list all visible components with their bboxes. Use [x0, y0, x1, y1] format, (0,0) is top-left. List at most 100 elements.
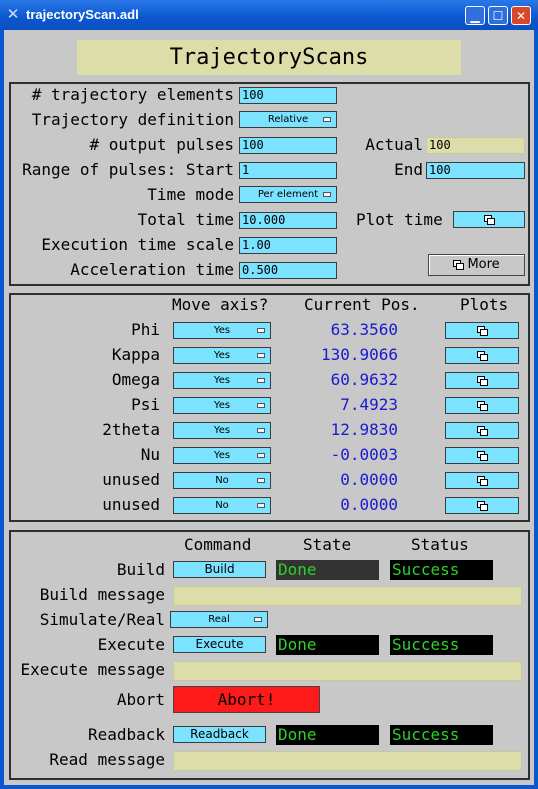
axis-name: Phi: [131, 320, 160, 339]
page-title: TrajectoryScans: [77, 40, 461, 75]
execute-button[interactable]: Execute: [173, 636, 266, 653]
move-axis-menu[interactable]: Yes: [173, 422, 271, 439]
minimize-icon: ▁: [470, 9, 480, 23]
current-pos-value: -0.0003: [330, 445, 398, 464]
num-pulses-label: # output pulses: [89, 135, 235, 154]
axis-plot-button[interactable]: [445, 447, 519, 464]
range-start-input[interactable]: 1: [239, 162, 337, 179]
move-axis-value: Yes: [213, 425, 231, 436]
menu-arrow-icon: [257, 453, 265, 458]
current-pos-value: 7.4923: [340, 395, 398, 414]
execute-status: Success: [390, 635, 493, 655]
execute-state: Done: [276, 635, 379, 655]
axis-plot-button[interactable]: [445, 497, 519, 514]
execute-message-field: [173, 661, 522, 681]
move-axis-menu[interactable]: Yes: [173, 372, 271, 389]
plot-time-button[interactable]: [453, 211, 525, 228]
axis-name: unused: [102, 470, 160, 489]
related-display-icon: [477, 501, 488, 511]
exec-scale-label: Execution time scale: [41, 235, 234, 254]
readback-label: Readback: [87, 725, 165, 744]
traj-def-menu[interactable]: Relative: [239, 111, 337, 128]
current-pos-value: 60.9632: [330, 370, 398, 389]
num-elements-label: # trajectory elements: [31, 85, 234, 104]
range-start-label: Range of pulses: Start: [22, 160, 234, 179]
axis-plot-button[interactable]: [445, 472, 519, 489]
axis-name: unused: [102, 495, 160, 514]
axis-plot-button[interactable]: [445, 422, 519, 439]
move-axis-value: Yes: [213, 400, 231, 411]
axis-plot-button[interactable]: [445, 322, 519, 339]
related-display-icon: [477, 426, 488, 436]
simulate-real-value: Real: [208, 614, 230, 625]
close-button[interactable]: ✕: [511, 6, 531, 25]
num-pulses-input[interactable]: 100: [239, 137, 337, 154]
move-axis-value: Yes: [213, 350, 231, 361]
axis-plot-button[interactable]: [445, 347, 519, 364]
move-axis-value: No: [215, 475, 229, 486]
axis-name: 2theta: [102, 420, 160, 439]
range-end-label: End: [394, 160, 423, 179]
related-display-icon: [477, 401, 488, 411]
related-display-icon: [477, 351, 488, 361]
command-header: Command: [184, 535, 252, 554]
read-message-field: [173, 751, 522, 771]
abort-button[interactable]: Abort!: [173, 686, 320, 713]
accel-time-input[interactable]: 0.500: [239, 262, 337, 279]
minimize-button[interactable]: ▁: [465, 6, 485, 25]
axis-name: Psi: [131, 395, 160, 414]
build-message-label: Build message: [39, 585, 165, 604]
state-header: State: [303, 535, 352, 554]
plots-header: Plots: [460, 295, 509, 314]
time-mode-menu[interactable]: Per element: [239, 186, 337, 203]
build-state: Done: [276, 560, 379, 580]
axis-plot-button[interactable]: [445, 372, 519, 389]
maximize-icon: ☐: [492, 9, 504, 23]
menu-arrow-icon: [257, 403, 265, 408]
execute-label: Execute: [97, 635, 165, 654]
move-axis-menu[interactable]: Yes: [173, 322, 271, 339]
build-label: Build: [116, 560, 165, 579]
window-title: trajectoryScan.adl: [26, 7, 139, 22]
more-button[interactable]: More: [428, 254, 525, 276]
menu-arrow-icon: [257, 478, 265, 483]
actual-value: 100: [426, 137, 525, 154]
readback-state: Done: [276, 725, 379, 745]
exec-scale-input[interactable]: 1.00: [239, 237, 337, 254]
accel-time-label: Acceleration time: [70, 260, 234, 279]
related-display-icon: [477, 376, 488, 386]
related-display-icon: [477, 326, 488, 336]
num-elements-input[interactable]: 100: [239, 87, 337, 104]
move-axis-menu[interactable]: Yes: [173, 347, 271, 364]
window-titlebar[interactable]: ✕ trajectoryScan.adl ▁ ☐ ✕: [0, 0, 538, 30]
move-axis-header: Move axis?: [172, 295, 269, 314]
move-axis-menu[interactable]: Yes: [173, 447, 271, 464]
move-axis-menu[interactable]: No: [173, 472, 271, 489]
menu-arrow-icon: [257, 503, 265, 508]
readback-button[interactable]: Readback: [173, 726, 266, 743]
close-icon: ✕: [515, 9, 527, 23]
move-axis-value: Yes: [213, 325, 231, 336]
range-end-input[interactable]: 100: [426, 162, 525, 179]
menu-arrow-icon: [323, 192, 331, 197]
build-button[interactable]: Build: [173, 561, 266, 578]
related-display-icon: [477, 451, 488, 461]
current-pos-value: 0.0000: [340, 495, 398, 514]
menu-arrow-icon: [257, 353, 265, 358]
move-axis-menu[interactable]: No: [173, 497, 271, 514]
maximize-button[interactable]: ☐: [488, 6, 508, 25]
axis-name: Omega: [111, 370, 160, 389]
current-pos-header: Current Pos.: [304, 295, 420, 314]
move-axis-value: Yes: [213, 375, 231, 386]
readback-status: Success: [390, 725, 493, 745]
menu-arrow-icon: [257, 328, 265, 333]
execute-message-label: Execute message: [20, 660, 166, 679]
move-axis-menu[interactable]: Yes: [173, 397, 271, 414]
menu-arrow-icon: [254, 617, 262, 622]
current-pos-value: 0.0000: [340, 470, 398, 489]
axis-plot-button[interactable]: [445, 397, 519, 414]
simulate-real-menu[interactable]: Real: [170, 611, 268, 628]
build-status: Success: [390, 560, 493, 580]
axis-name: Kappa: [111, 345, 160, 364]
total-time-input[interactable]: 10.000: [239, 212, 337, 229]
